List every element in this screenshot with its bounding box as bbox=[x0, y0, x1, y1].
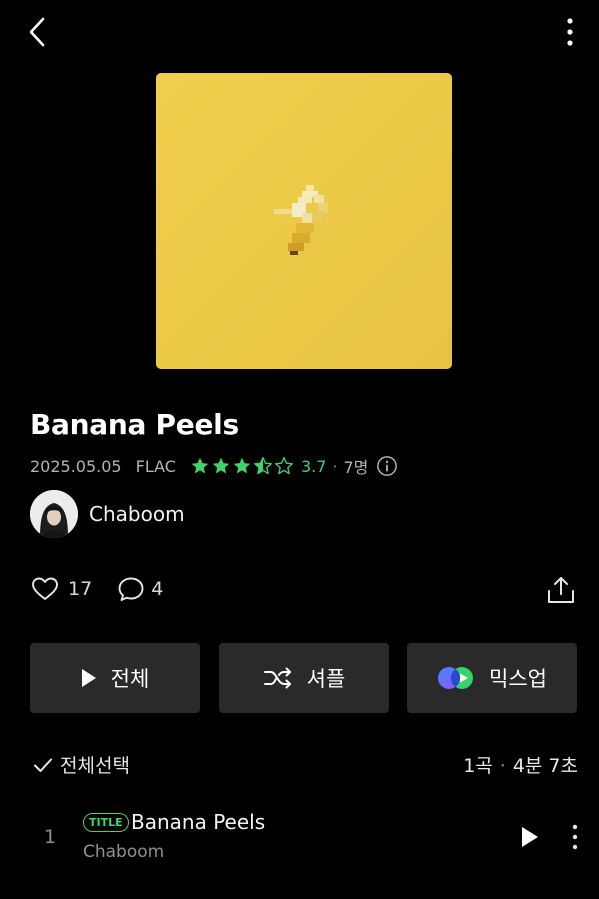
mixup-button[interactable]: 믹스업 bbox=[407, 643, 577, 713]
rating-value: 3.7 bbox=[300, 456, 327, 476]
artist-link[interactable]: Chaboom bbox=[30, 490, 185, 538]
artist-avatar bbox=[30, 490, 78, 538]
track-number: 1 bbox=[44, 826, 57, 848]
star-half-icon bbox=[253, 457, 272, 475]
rating-separator: · bbox=[332, 456, 338, 476]
star-full-icon bbox=[212, 457, 230, 474]
back-button[interactable] bbox=[22, 14, 54, 50]
artist-name: Chaboom bbox=[89, 502, 185, 526]
track-title: Banana Peels bbox=[131, 810, 266, 834]
track-more-button[interactable] bbox=[566, 823, 584, 851]
share-icon bbox=[548, 577, 574, 603]
summary-separator: · bbox=[499, 755, 506, 777]
star-full-icon bbox=[191, 457, 209, 474]
social-row: 17 4 bbox=[30, 574, 163, 604]
heart-icon bbox=[32, 577, 58, 600]
rating-stars[interactable] bbox=[190, 456, 295, 476]
share-button[interactable] bbox=[545, 574, 577, 606]
comment-count: 4 bbox=[151, 578, 164, 600]
artist-photo bbox=[30, 490, 78, 538]
like-count: 17 bbox=[68, 578, 93, 600]
shuffle-icon bbox=[263, 667, 291, 689]
rating-count: 7명 bbox=[343, 458, 369, 477]
select-all-button[interactable]: 전체선택 bbox=[32, 751, 130, 778]
mixup-logo-icon bbox=[438, 667, 474, 689]
vertical-dots-icon bbox=[572, 824, 578, 850]
album-meta: 2025.05.05 FLAC 3.7 · 7명 bbox=[30, 453, 398, 479]
track-count: 1곡 bbox=[463, 755, 493, 777]
select-all-label: 전체선택 bbox=[60, 755, 130, 777]
checkmark-icon bbox=[34, 758, 52, 772]
album-cover bbox=[156, 73, 452, 369]
album-title: Banana Peels bbox=[30, 408, 239, 441]
star-full-icon bbox=[233, 457, 251, 474]
comment-button[interactable]: 4 bbox=[116, 574, 163, 604]
title-badge: TITLE bbox=[83, 813, 129, 832]
comment-icon bbox=[118, 577, 144, 601]
play-all-label: 전체 bbox=[110, 667, 150, 691]
play-all-button[interactable]: 전체 bbox=[30, 643, 200, 713]
banana-image bbox=[274, 185, 328, 255]
chevron-left-icon bbox=[29, 17, 45, 47]
track-artist: Chaboom bbox=[83, 842, 165, 862]
audio-format: FLAC bbox=[135, 456, 176, 476]
release-date: 2025.05.05 bbox=[30, 456, 122, 476]
like-button[interactable]: 17 bbox=[30, 574, 92, 604]
play-icon bbox=[522, 827, 538, 847]
info-icon[interactable] bbox=[376, 455, 398, 477]
more-options-button[interactable] bbox=[556, 14, 584, 50]
shuffle-label: 셔플 bbox=[306, 667, 346, 691]
shuffle-button[interactable]: 셔플 bbox=[219, 643, 389, 713]
star-empty-icon bbox=[274, 457, 293, 475]
mixup-label: 믹스업 bbox=[489, 667, 547, 691]
track-summary: 1곡 · 4분 7초 bbox=[463, 751, 578, 778]
play-icon bbox=[81, 669, 96, 687]
total-duration: 4분 7초 bbox=[512, 755, 578, 777]
vertical-dots-icon bbox=[567, 18, 573, 46]
track-play-button[interactable] bbox=[516, 823, 544, 851]
